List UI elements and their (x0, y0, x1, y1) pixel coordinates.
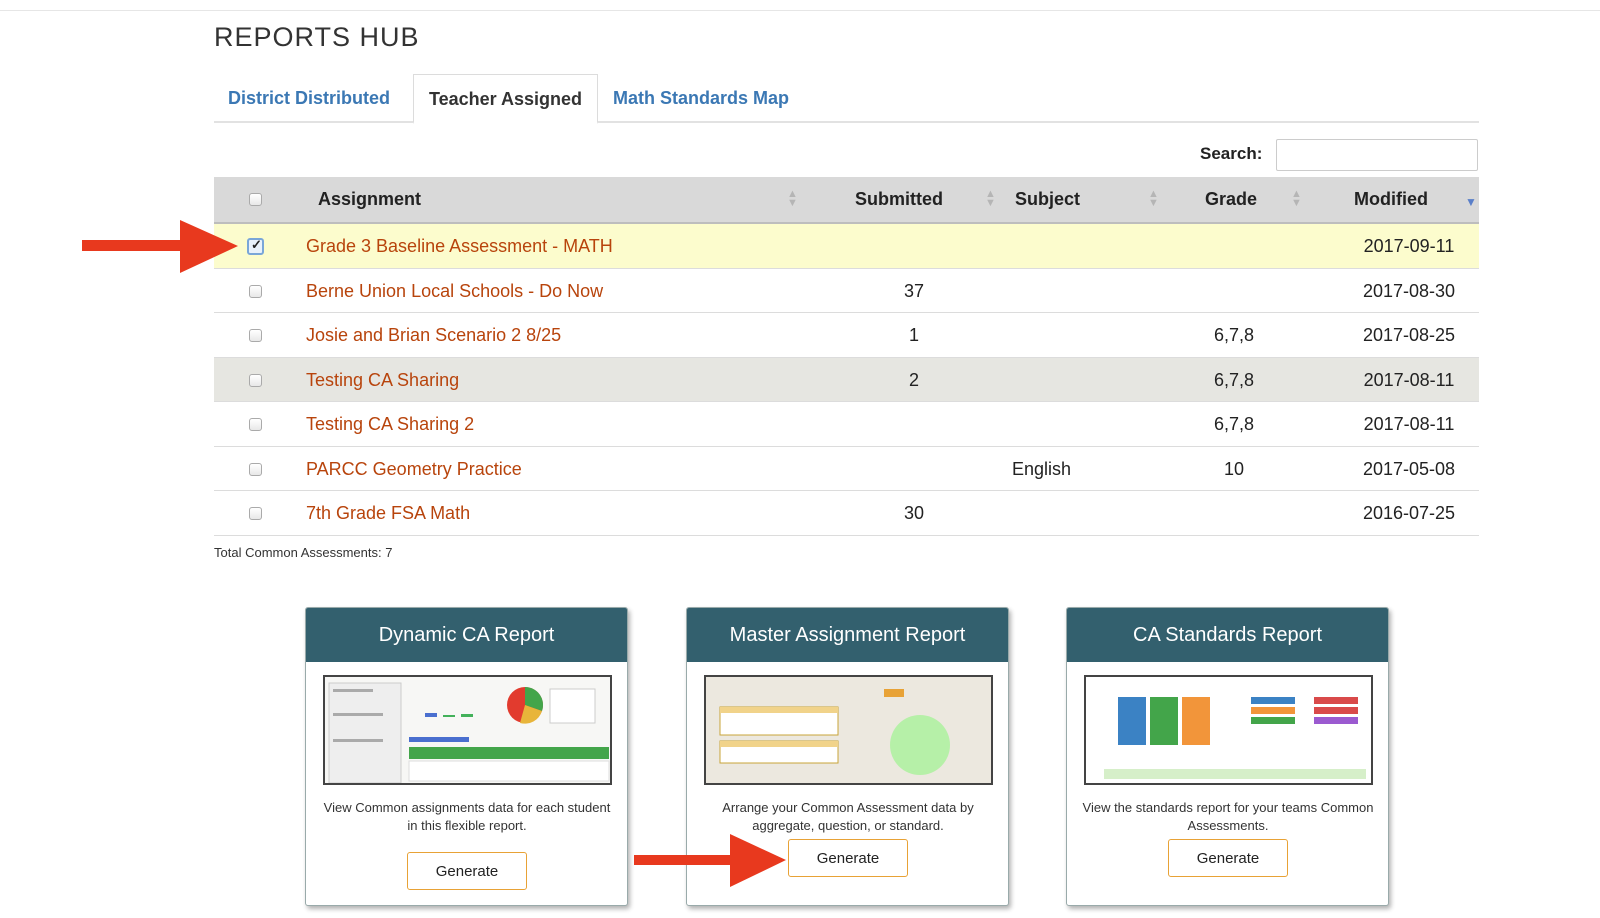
subject-value (974, 358, 1109, 402)
subject-value (974, 491, 1109, 535)
table-row[interactable]: Testing CA Sharing 2 6,7,8 2017-08-11 (214, 402, 1479, 447)
assignment-link[interactable]: 7th Grade FSA Math (306, 491, 470, 535)
card-title: Master Assignment Report (687, 608, 1008, 662)
grade-value: 6,7,8 (1213, 325, 1255, 345)
submitted-count: 30 (903, 503, 925, 523)
sort-icon[interactable]: ▲ ▼ (1148, 189, 1159, 209)
tab-district-distributed[interactable]: District Distributed (214, 74, 404, 123)
col-grade[interactable]: Grade (1205, 177, 1257, 222)
table-row[interactable]: Testing CA Sharing 2 6,7,8 2017-08-11 (214, 357, 1479, 402)
grade-value (1174, 491, 1294, 535)
modified-date: 2017-08-30 (1362, 280, 1456, 301)
tab-bar: District Distributed Teacher Assigned Ma… (214, 74, 1479, 124)
assignment-link[interactable]: Grade 3 Baseline Assessment - MATH (306, 224, 613, 268)
row-checkbox[interactable] (249, 418, 262, 431)
row-checkbox[interactable] (249, 284, 262, 298)
annotation-arrow (82, 220, 238, 273)
subject-value: English (1011, 458, 1072, 479)
sort-icon[interactable]: ▲ ▼ (985, 189, 996, 209)
modified-date: 2017-05-08 (1362, 458, 1456, 479)
modified-date: 2017-08-25 (1362, 325, 1456, 345)
row-checkbox[interactable] (249, 329, 262, 342)
card-title: CA Standards Report (1067, 608, 1388, 662)
subject-value (974, 224, 1109, 268)
row-checkbox[interactable] (247, 237, 264, 255)
card-description: View the standards report for your teams… (1082, 800, 1374, 833)
assignment-link[interactable]: Josie and Brian Scenario 2 8/25 (306, 313, 561, 357)
table-row[interactable]: Berne Union Local Schools - Do Now 37 20… (214, 269, 1479, 313)
generate-button[interactable]: Generate (407, 852, 527, 890)
table-row[interactable]: Grade 3 Baseline Assessment - MATH 2017-… (214, 224, 1479, 269)
assignment-link[interactable]: Testing CA Sharing (306, 358, 459, 402)
assignment-link[interactable]: PARCC Geometry Practice (306, 447, 522, 491)
card-description: Arrange your Common Assessment data by a… (722, 800, 974, 833)
modified-date: 2017-09-11 (1363, 236, 1455, 256)
sort-desc-icon[interactable]: ▼ (1465, 195, 1477, 209)
search-label: Search: (1200, 144, 1263, 163)
report-preview-thumbnail (704, 675, 993, 785)
tab-teacher-assigned[interactable]: Teacher Assigned (413, 74, 598, 124)
modified-date: 2016-07-25 (1362, 503, 1456, 523)
submitted-count (854, 402, 974, 446)
search-input[interactable] (1276, 139, 1478, 171)
assignment-link[interactable]: Berne Union Local Schools - Do Now (306, 269, 603, 313)
table-row[interactable]: 7th Grade FSA Math 30 2016-07-25 (214, 491, 1479, 536)
grade-value: 6,7,8 (1213, 369, 1255, 390)
grade-value (1174, 269, 1294, 313)
assignments-table: Assignment ▲ ▼ Submitted ▲ ▼ Subject ▲ ▼ Gr… (214, 177, 1479, 536)
row-checkbox[interactable] (249, 462, 262, 476)
submitted-count (854, 447, 974, 491)
report-preview-thumbnail (323, 675, 612, 785)
select-all-checkbox[interactable] (249, 193, 262, 206)
row-checkbox[interactable] (249, 373, 262, 387)
submitted-count: 1 (908, 325, 919, 345)
subject-value (974, 269, 1109, 313)
row-checkbox[interactable] (249, 507, 262, 520)
card-title: Dynamic CA Report (306, 608, 627, 662)
top-divider (0, 10, 1600, 11)
table-row[interactable]: Josie and Brian Scenario 2 8/25 1 6,7,8 … (214, 313, 1479, 358)
sort-icon[interactable]: ▲ ▼ (787, 189, 798, 209)
card-description: View Common assignments data for each st… (323, 800, 611, 833)
grade-value: 6,7,8 (1213, 414, 1255, 434)
grade-value: 10 (1223, 458, 1245, 479)
assignment-link[interactable]: Testing CA Sharing 2 (306, 402, 474, 446)
col-modified[interactable]: Modified (1354, 177, 1428, 222)
annotation-arrow (634, 834, 786, 887)
modified-date: 2017-08-11 (1363, 414, 1455, 434)
report-card-ca-standards: CA Standards Report View the standards r… (1066, 607, 1389, 906)
page-title: REPORTS HUB (214, 22, 420, 52)
table-row[interactable]: PARCC Geometry Practice English 10 2017-… (214, 447, 1479, 491)
submitted-count: 37 (903, 280, 925, 301)
generate-button[interactable]: Generate (788, 839, 908, 877)
col-submitted[interactable]: Submitted (855, 177, 943, 222)
sort-icon[interactable]: ▲ ▼ (1291, 189, 1302, 209)
subject-value (974, 313, 1109, 357)
total-count: Total Common Assessments: 7 (214, 545, 393, 560)
generate-button[interactable]: Generate (1168, 839, 1288, 877)
col-assignment[interactable]: Assignment (318, 177, 421, 222)
table-header: Assignment ▲ ▼ Submitted ▲ ▼ Subject ▲ ▼ Gr… (214, 177, 1479, 224)
col-subject[interactable]: Subject (1015, 177, 1080, 222)
submitted-count: 2 (908, 369, 919, 390)
submitted-count (854, 224, 974, 268)
report-card-dynamic-ca: Dynamic CA Report View Common assignment… (305, 607, 628, 906)
modified-date: 2017-08-11 (1363, 369, 1455, 390)
grade-value (1174, 224, 1294, 268)
subject-value (974, 402, 1109, 446)
report-preview-thumbnail (1084, 675, 1373, 785)
tab-math-standards-map[interactable]: Math Standards Map (606, 74, 796, 123)
